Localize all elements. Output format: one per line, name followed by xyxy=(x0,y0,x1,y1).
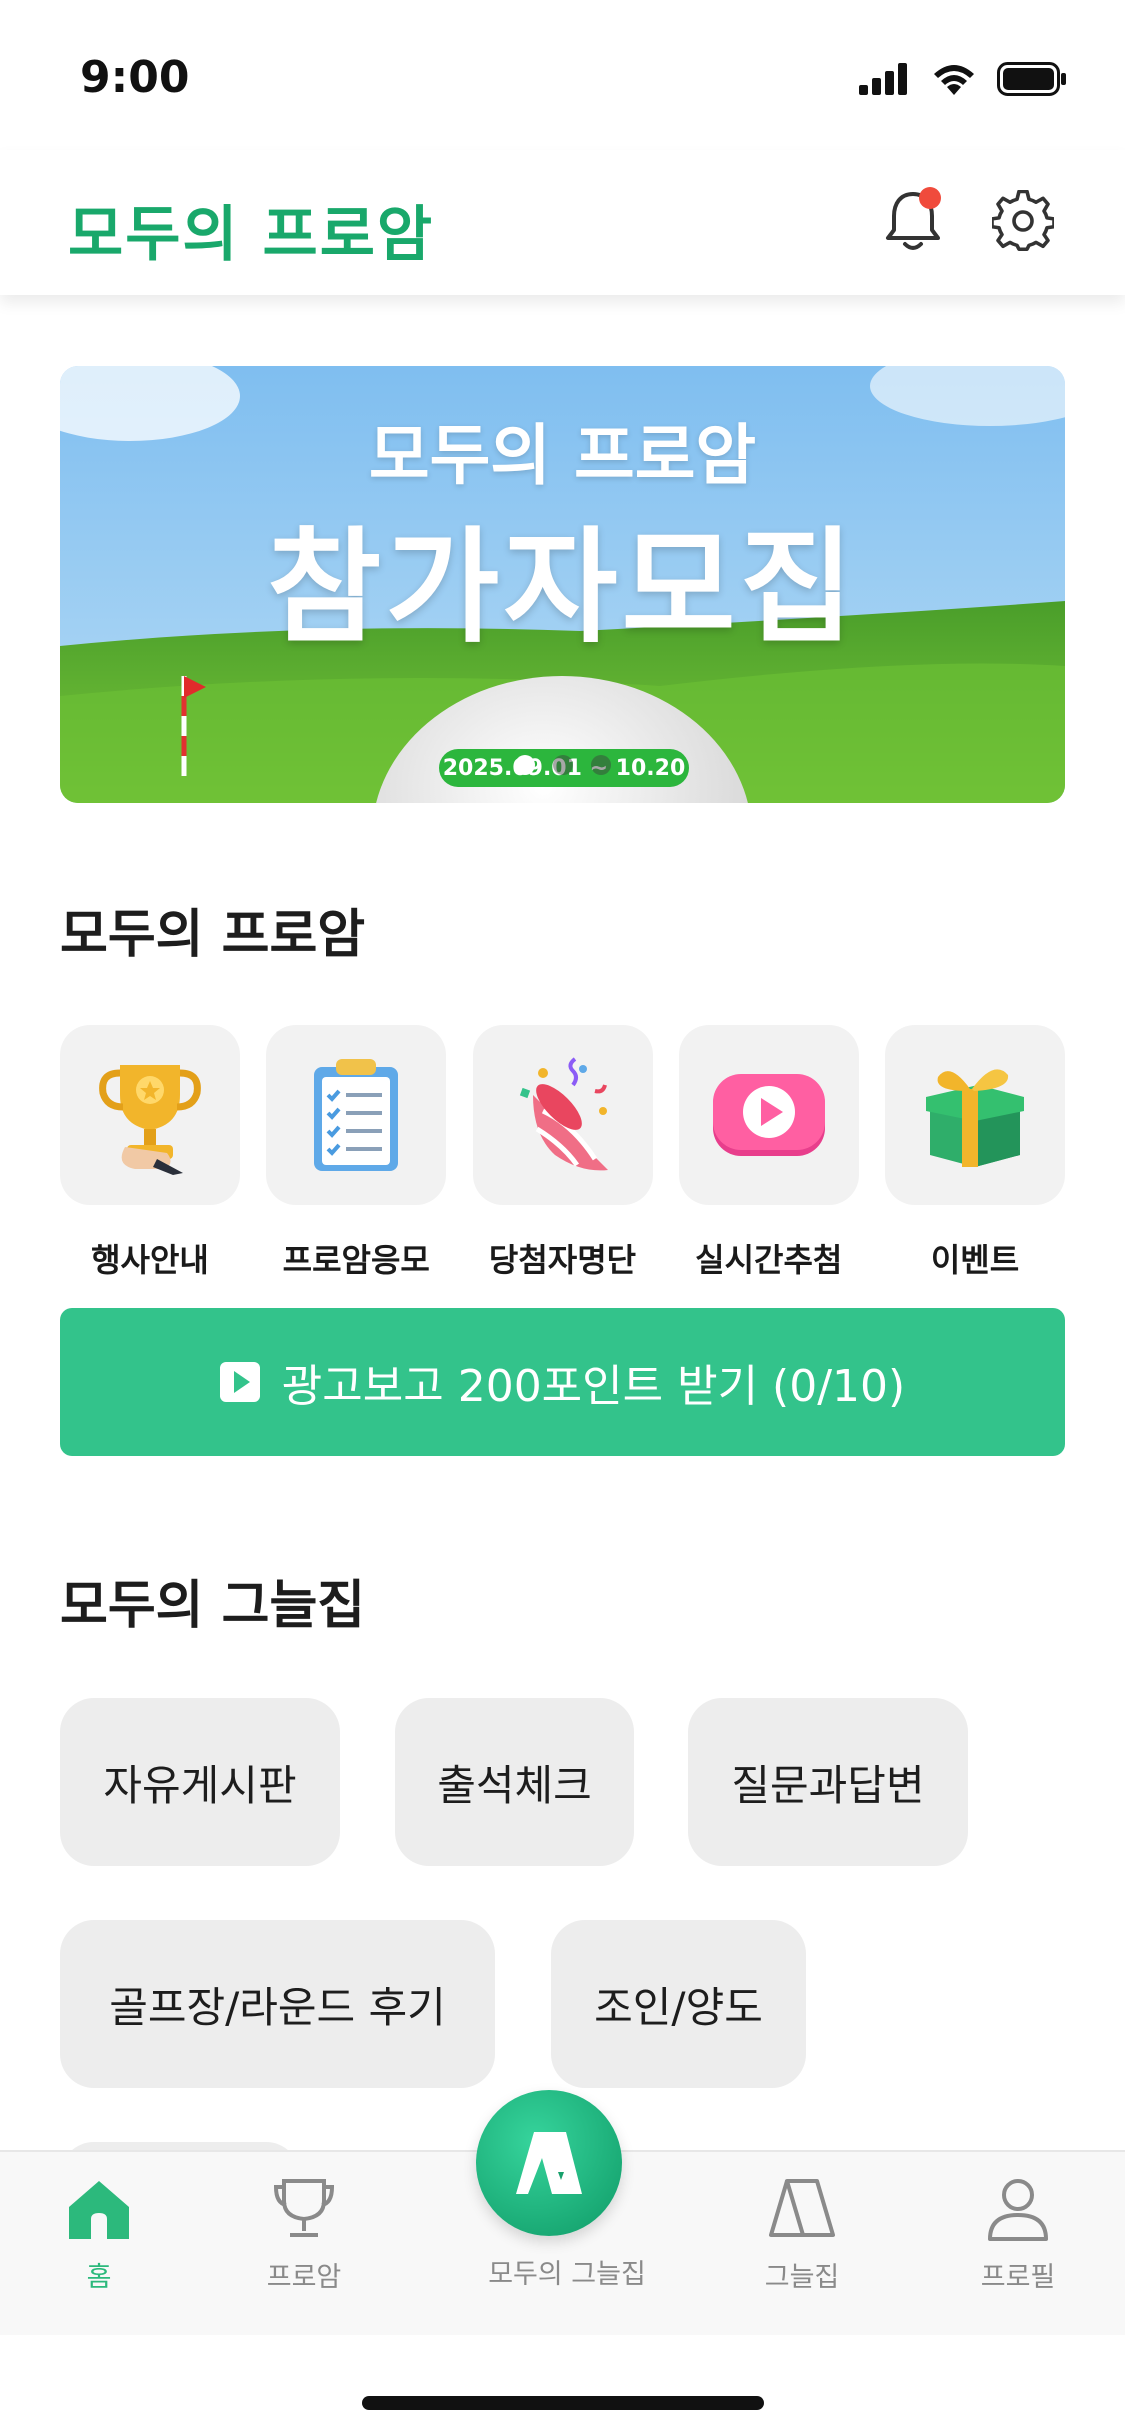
party-popper-icon xyxy=(519,1057,608,1171)
tab-proam[interactable]: 프로암 xyxy=(224,2177,384,2294)
community-section-title: 모두의 그늘집 xyxy=(60,1576,366,1636)
proam-quick-menu: 행사안내 프로암응모 당첨자명단 실시간추첨 이벤트 xyxy=(60,1025,1065,1281)
banner-title: 참가자모집 xyxy=(267,516,858,660)
gift-icon xyxy=(926,1069,1024,1167)
status-bar: 9:00 xyxy=(0,0,1125,150)
quick-item-winners[interactable]: 당첨자명단 xyxy=(472,1025,653,1281)
home-icon xyxy=(69,2181,129,2239)
settings-button[interactable] xyxy=(988,186,1058,256)
user-icon xyxy=(988,2179,1048,2241)
chip-free-board[interactable]: 자유게시판 xyxy=(60,1698,340,1866)
pagination-dot-active[interactable] xyxy=(514,755,535,775)
shade-tent-icon xyxy=(769,2179,835,2237)
trophy-outline-icon xyxy=(273,2179,335,2237)
tab-community-main[interactable]: 모두의 그늘집 xyxy=(467,2252,667,2291)
quick-item-event-info[interactable]: 행사안내 xyxy=(60,1025,240,1281)
pagination-dot[interactable] xyxy=(590,755,611,775)
app-logo[interactable]: 모두의 프로암 xyxy=(68,186,434,273)
tab-profile[interactable]: 프로필 xyxy=(938,2177,1098,2294)
bell-icon xyxy=(886,187,941,250)
quick-item-label: 당첨자명단 xyxy=(488,1241,637,1279)
status-time: 9:00 xyxy=(80,52,190,103)
play-icon xyxy=(712,1074,825,1156)
chip-attendance[interactable]: 출석체크 xyxy=(395,1698,634,1866)
chip-course-review[interactable]: 골프장/라운드 후기 xyxy=(60,1920,495,2088)
battery-icon xyxy=(997,62,1066,96)
quick-item-live-draw[interactable]: 실시간추첨 xyxy=(678,1025,859,1281)
home-indicator xyxy=(362,2396,764,2410)
center-fab-button[interactable] xyxy=(476,2090,622,2236)
shade-house-logo-icon xyxy=(516,2132,582,2194)
notification-badge xyxy=(919,187,941,209)
notification-button[interactable] xyxy=(878,186,948,256)
quick-item-label: 행사안내 xyxy=(91,1241,209,1279)
tab-label: 그늘집 xyxy=(764,2262,840,2293)
tab-label: 프로필 xyxy=(980,2262,1056,2293)
gear-icon xyxy=(992,190,1054,252)
proam-section-title: 모두의 프로암 xyxy=(60,905,366,965)
pagination-dot[interactable] xyxy=(552,755,573,775)
app-header: 모두의 프로암 xyxy=(0,150,1125,295)
quick-item-proam-apply[interactable]: 프로암응모 xyxy=(266,1025,447,1281)
ad-reward-button[interactable]: 광고보고 200포인트 받기 (0/10) xyxy=(60,1308,1065,1456)
quick-item-label: 이벤트 xyxy=(930,1241,1020,1279)
tab-label: 모두의 그늘집 xyxy=(488,2259,646,2290)
quick-item-label: 실시간추첨 xyxy=(695,1241,843,1279)
promo-banner[interactable]: 모두의 프로암 참가자모집 2025.09.01 ~ 10.20 xyxy=(60,366,1065,803)
tab-label: 홈 xyxy=(86,2262,112,2293)
trophy-icon xyxy=(99,1065,201,1175)
tab-shade-house[interactable]: 그늘집 xyxy=(722,2177,882,2294)
quick-item-label: 프로암응모 xyxy=(282,1241,430,1279)
chip-qna[interactable]: 질문과답변 xyxy=(688,1698,968,1866)
clipboard-icon xyxy=(314,1059,399,1171)
quick-item-event[interactable]: 이벤트 xyxy=(885,1025,1065,1281)
banner-pagination xyxy=(60,755,1065,775)
wifi-icon xyxy=(934,65,974,95)
tab-home[interactable]: 홈 xyxy=(19,2177,179,2294)
chip-join-transfer[interactable]: 조인/양도 xyxy=(551,1920,806,2088)
ad-reward-label: 광고보고 200포인트 받기 (0/10) xyxy=(281,1361,906,1412)
banner-subtitle: 모두의 프로암 xyxy=(368,417,757,494)
play-square-icon xyxy=(219,1362,260,1402)
tab-label: 프로암 xyxy=(266,2262,342,2293)
status-icons xyxy=(859,62,1067,96)
signal-icon xyxy=(859,63,907,95)
